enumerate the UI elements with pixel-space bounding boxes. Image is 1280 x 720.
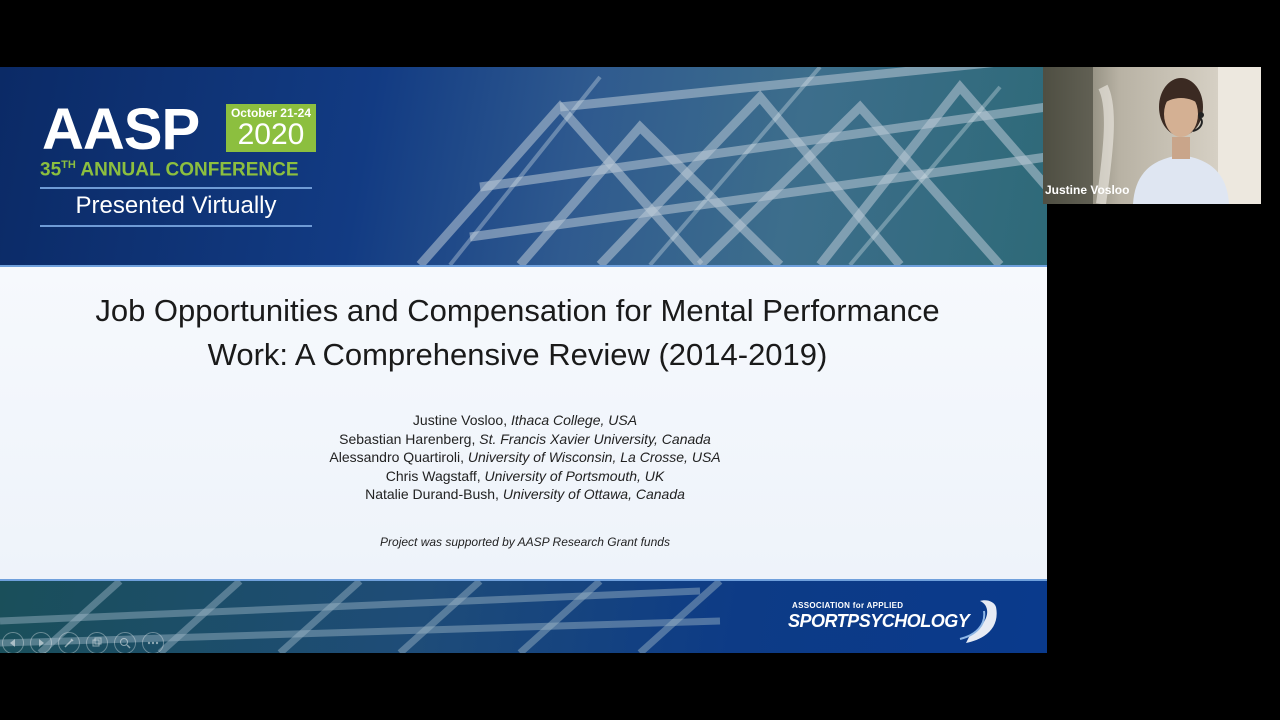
funding-note: Project was supported by AASP Research G…: [380, 535, 670, 549]
slide-title: Job Opportunities and Compensation for M…: [95, 293, 940, 372]
conference-date-box: October 21-24 2020: [226, 104, 316, 152]
author-line: Chris Wagstaff, University of Portsmouth…: [0, 467, 1047, 486]
author-affiliation: University of Ottawa, Canada: [502, 486, 685, 502]
author-name: Justine Vosloo,: [412, 412, 511, 428]
author-affiliation: St. Francis Xavier University, Canada: [479, 430, 711, 447]
author-line: Natalie Durand-Bush, University of Ottaw…: [0, 485, 1047, 504]
presentation-slide: AASP October 21-24 2020 35TH ANNUAL CONF…: [0, 67, 1047, 653]
conference-year: 2020: [237, 118, 305, 151]
sport-psychology-wordmark: SPORTPSYCHOLOGY: [788, 611, 970, 631]
author-affiliation: Ithaca College, USA: [510, 412, 638, 428]
author-affiliation: University of Portsmouth, UK: [484, 467, 665, 484]
slides-icon[interactable]: [86, 632, 108, 653]
slide-header-banner: AASP October 21-24 2020 35TH ANNUAL CONF…: [0, 67, 1047, 265]
author-line: Sebastian Harenberg, St. Francis Xavier …: [0, 430, 1047, 449]
logo-divider-bottom: [40, 225, 312, 227]
association-label: ASSOCIATION for APPLIED: [792, 601, 904, 610]
more-icon[interactable]: [142, 632, 164, 653]
author-line: Justine Vosloo, Ithaca College, USA: [0, 411, 1047, 430]
next-icon[interactable]: [30, 632, 52, 653]
presented-virtually-label: Presented Virtually: [75, 192, 277, 219]
slideshow-controls: [0, 632, 164, 653]
author-name: Sebastian Harenberg,: [339, 430, 480, 447]
author-name: Natalie Durand-Bush,: [365, 486, 503, 502]
author-name: Alessandro Quartiroli,: [329, 449, 468, 465]
logo-divider-top: [40, 187, 312, 189]
participant-name-label: Justine Vosloo: [1045, 183, 1130, 197]
zoom-icon[interactable]: [114, 632, 136, 653]
swoosh-head-icon: [959, 600, 997, 643]
author-line: Alessandro Quartiroli, University of Wis…: [0, 448, 1047, 467]
author-list: Justine Vosloo, Ithaca College, USA Seba…: [0, 411, 1047, 504]
author-affiliation: University of Wisconsin, La Crosse, USA: [467, 449, 721, 465]
aasp-sport-psychology-logo: ASSOCIATION for APPLIED SPORTPSYCHOLOGY: [788, 599, 1018, 649]
author-name: Chris Wagstaff,: [385, 467, 485, 484]
pen-icon[interactable]: [58, 632, 80, 653]
previous-icon[interactable]: [2, 632, 24, 653]
ordinal-number: 35: [40, 159, 62, 181]
annual-conference-label: 35TH ANNUAL CONFERENCE: [40, 159, 299, 181]
slide-content-area: Job Opportunities and Compensation for M…: [0, 265, 1047, 581]
aasp-wordmark: AASP: [42, 97, 200, 162]
ordinal-suffix: TH: [61, 159, 76, 171]
annual-conference-text: ANNUAL CONFERENCE: [80, 159, 299, 181]
